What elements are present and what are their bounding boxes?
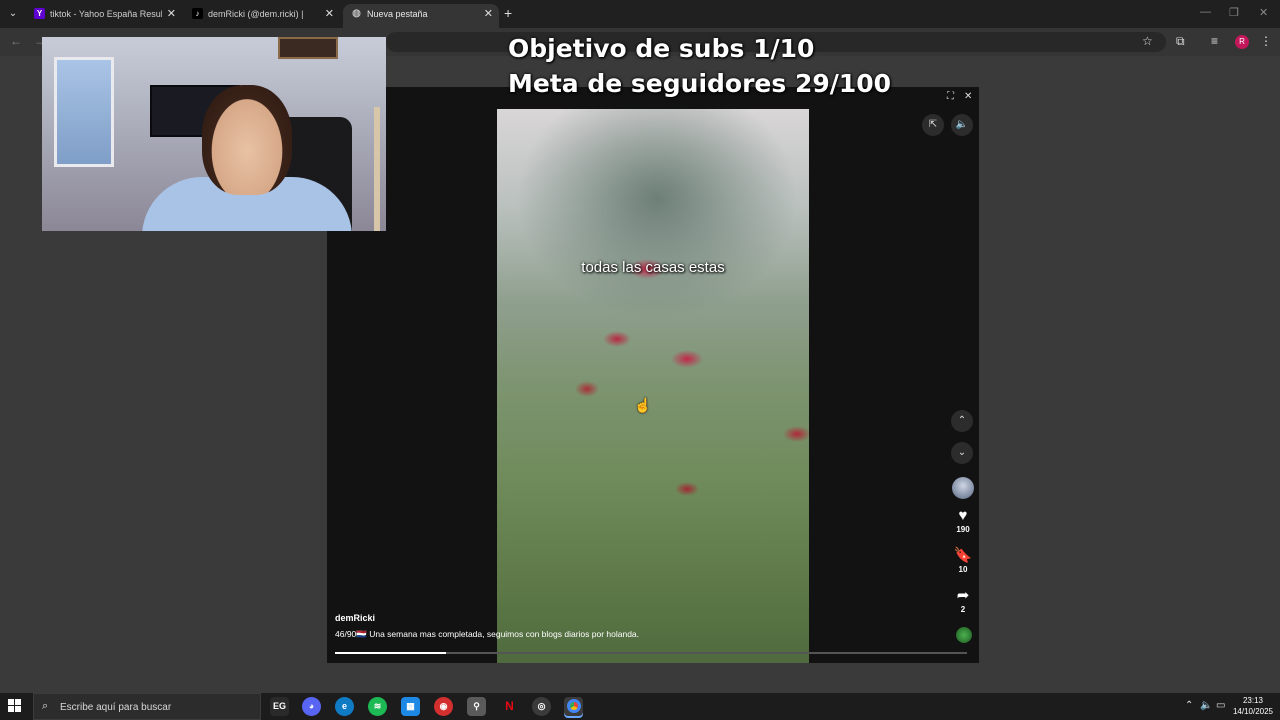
close-tab-icon[interactable]: ✕ [484,4,493,24]
tiktok-video-modal: ⛶ ✕ todas las casas estas ☝ ⇱ 🔈 ⌃ ⌄ ♥ 19… [327,87,979,663]
tab-yahoo[interactable]: Y tiktok - Yahoo España Resultad ✕ [26,4,182,28]
extensions-icon[interactable]: ⧉ [1176,34,1185,48]
fullscreen-icon[interactable]: ⛶ [947,91,954,102]
new-tab-button[interactable]: + [504,5,512,21]
bookmark-star-icon[interactable]: ☆ [1142,34,1153,48]
pip-icon[interactable]: ⇱ [922,114,944,136]
globe-icon: ◍ [352,8,361,19]
media-controls-icon[interactable]: ≡ [1211,34,1218,48]
video-author[interactable]: demRicki [335,613,375,623]
volume-icon[interactable]: 🔈 [951,114,973,136]
taskbar-search[interactable]: ⌕ Escribe aquí para buscar [33,693,261,720]
browser-tab-strip: ⌄ Y tiktok - Yahoo España Resultad ✕ ♪ d… [0,0,1280,28]
network-icon[interactable]: ▭ [1216,700,1225,711]
webcam-overlay [42,37,386,231]
app-shoe-icon[interactable]: ⚲ [467,697,486,716]
music-disc-icon[interactable] [956,627,972,643]
like-button[interactable]: ♥ 190 [951,507,975,534]
overlay-subs-goal: Objetivo de subs 1/10 [508,34,815,63]
search-placeholder: Escribe aquí para buscar [60,702,172,713]
netflix-icon[interactable]: N [500,697,519,716]
tab-new-tab[interactable]: ◍ Nueva pestaña ✕ [343,4,499,28]
windows-taskbar: ⌕ Escribe aquí para buscar EG ◕ e ≋ ▦ ◉ … [0,693,1280,720]
overlay-followers-goal: Meta de seguidores 29/100 [508,69,892,98]
share-icon: ➦ [956,587,970,604]
taskbar-clock[interactable]: 23:13 14/10/2025 [1229,695,1277,717]
search-icon: ⌕ [42,700,49,712]
tab-search-icon[interactable]: ⌄ [4,6,22,22]
edge-icon[interactable]: e [335,697,354,716]
save-count: 10 [958,565,968,574]
discord-icon[interactable]: ◕ [302,697,321,716]
tab-title: Nueva pestaña [367,9,428,19]
webcam-frame-bg [278,37,338,59]
webcam-lamp-bg [374,107,380,231]
bookmark-icon: 🔖 [953,547,973,564]
video-description: 46/90🇳🇱 Una semana mas completada, segui… [335,629,640,639]
share-button[interactable]: ➦ 2 [951,587,975,614]
profile-avatar[interactable]: R [1235,35,1249,49]
tab-title: tiktok - Yahoo España Resultad [50,9,162,19]
menu-icon[interactable]: ⋮ [1260,34,1272,48]
clock-time: 23:13 [1242,696,1264,705]
tray-expand-icon[interactable]: ⌃ [1185,700,1193,711]
yahoo-icon: Y [34,8,45,19]
author-avatar[interactable] [952,477,974,499]
heart-icon: ♥ [958,507,968,524]
webcam-person-head [202,85,292,195]
tiktok-icon: ♪ [192,8,203,19]
video-player[interactable]: todas las casas estas ☝ [497,109,809,663]
restore-icon[interactable]: ❐ [1229,6,1239,19]
previous-video-button[interactable]: ⌃ [951,410,973,432]
share-count: 2 [960,605,966,614]
video-progress-bar[interactable] [335,652,967,654]
obs-icon[interactable]: ◎ [532,697,551,716]
windows-start-icon[interactable] [8,699,22,713]
epic-games-icon[interactable]: EG [270,697,289,716]
clock-date: 14/10/2025 [1232,707,1274,716]
close-tab-icon[interactable]: ✕ [167,4,176,24]
tab-title: demRicki (@dem.ricki) | Tik [208,9,304,19]
minimize-icon[interactable]: — [1200,6,1211,18]
app-red-icon[interactable]: ◉ [434,697,453,716]
next-video-button[interactable]: ⌄ [951,442,973,464]
close-window-icon[interactable]: ✕ [1259,6,1268,19]
hand-cursor-icon: ☝ [634,397,652,413]
file-explorer-icon[interactable]: ▦ [401,697,420,716]
speaker-icon[interactable]: 🔈 [1200,700,1212,711]
video-caption: todas las casas estas [581,259,725,276]
tab-tiktok-profile[interactable]: ♪ demRicki (@dem.ricki) | Tik ✕ [184,4,340,28]
webcam-window-bg [54,57,114,167]
close-tab-icon[interactable]: ✕ [325,4,334,24]
chrome-icon[interactable] [564,697,583,716]
save-button[interactable]: 🔖 10 [951,547,975,574]
like-count: 190 [956,525,970,534]
close-modal-icon[interactable]: ✕ [964,91,972,102]
video-progress-fill [335,652,446,654]
back-icon[interactable]: ← [10,34,22,48]
spotify-icon[interactable]: ≋ [368,697,387,716]
